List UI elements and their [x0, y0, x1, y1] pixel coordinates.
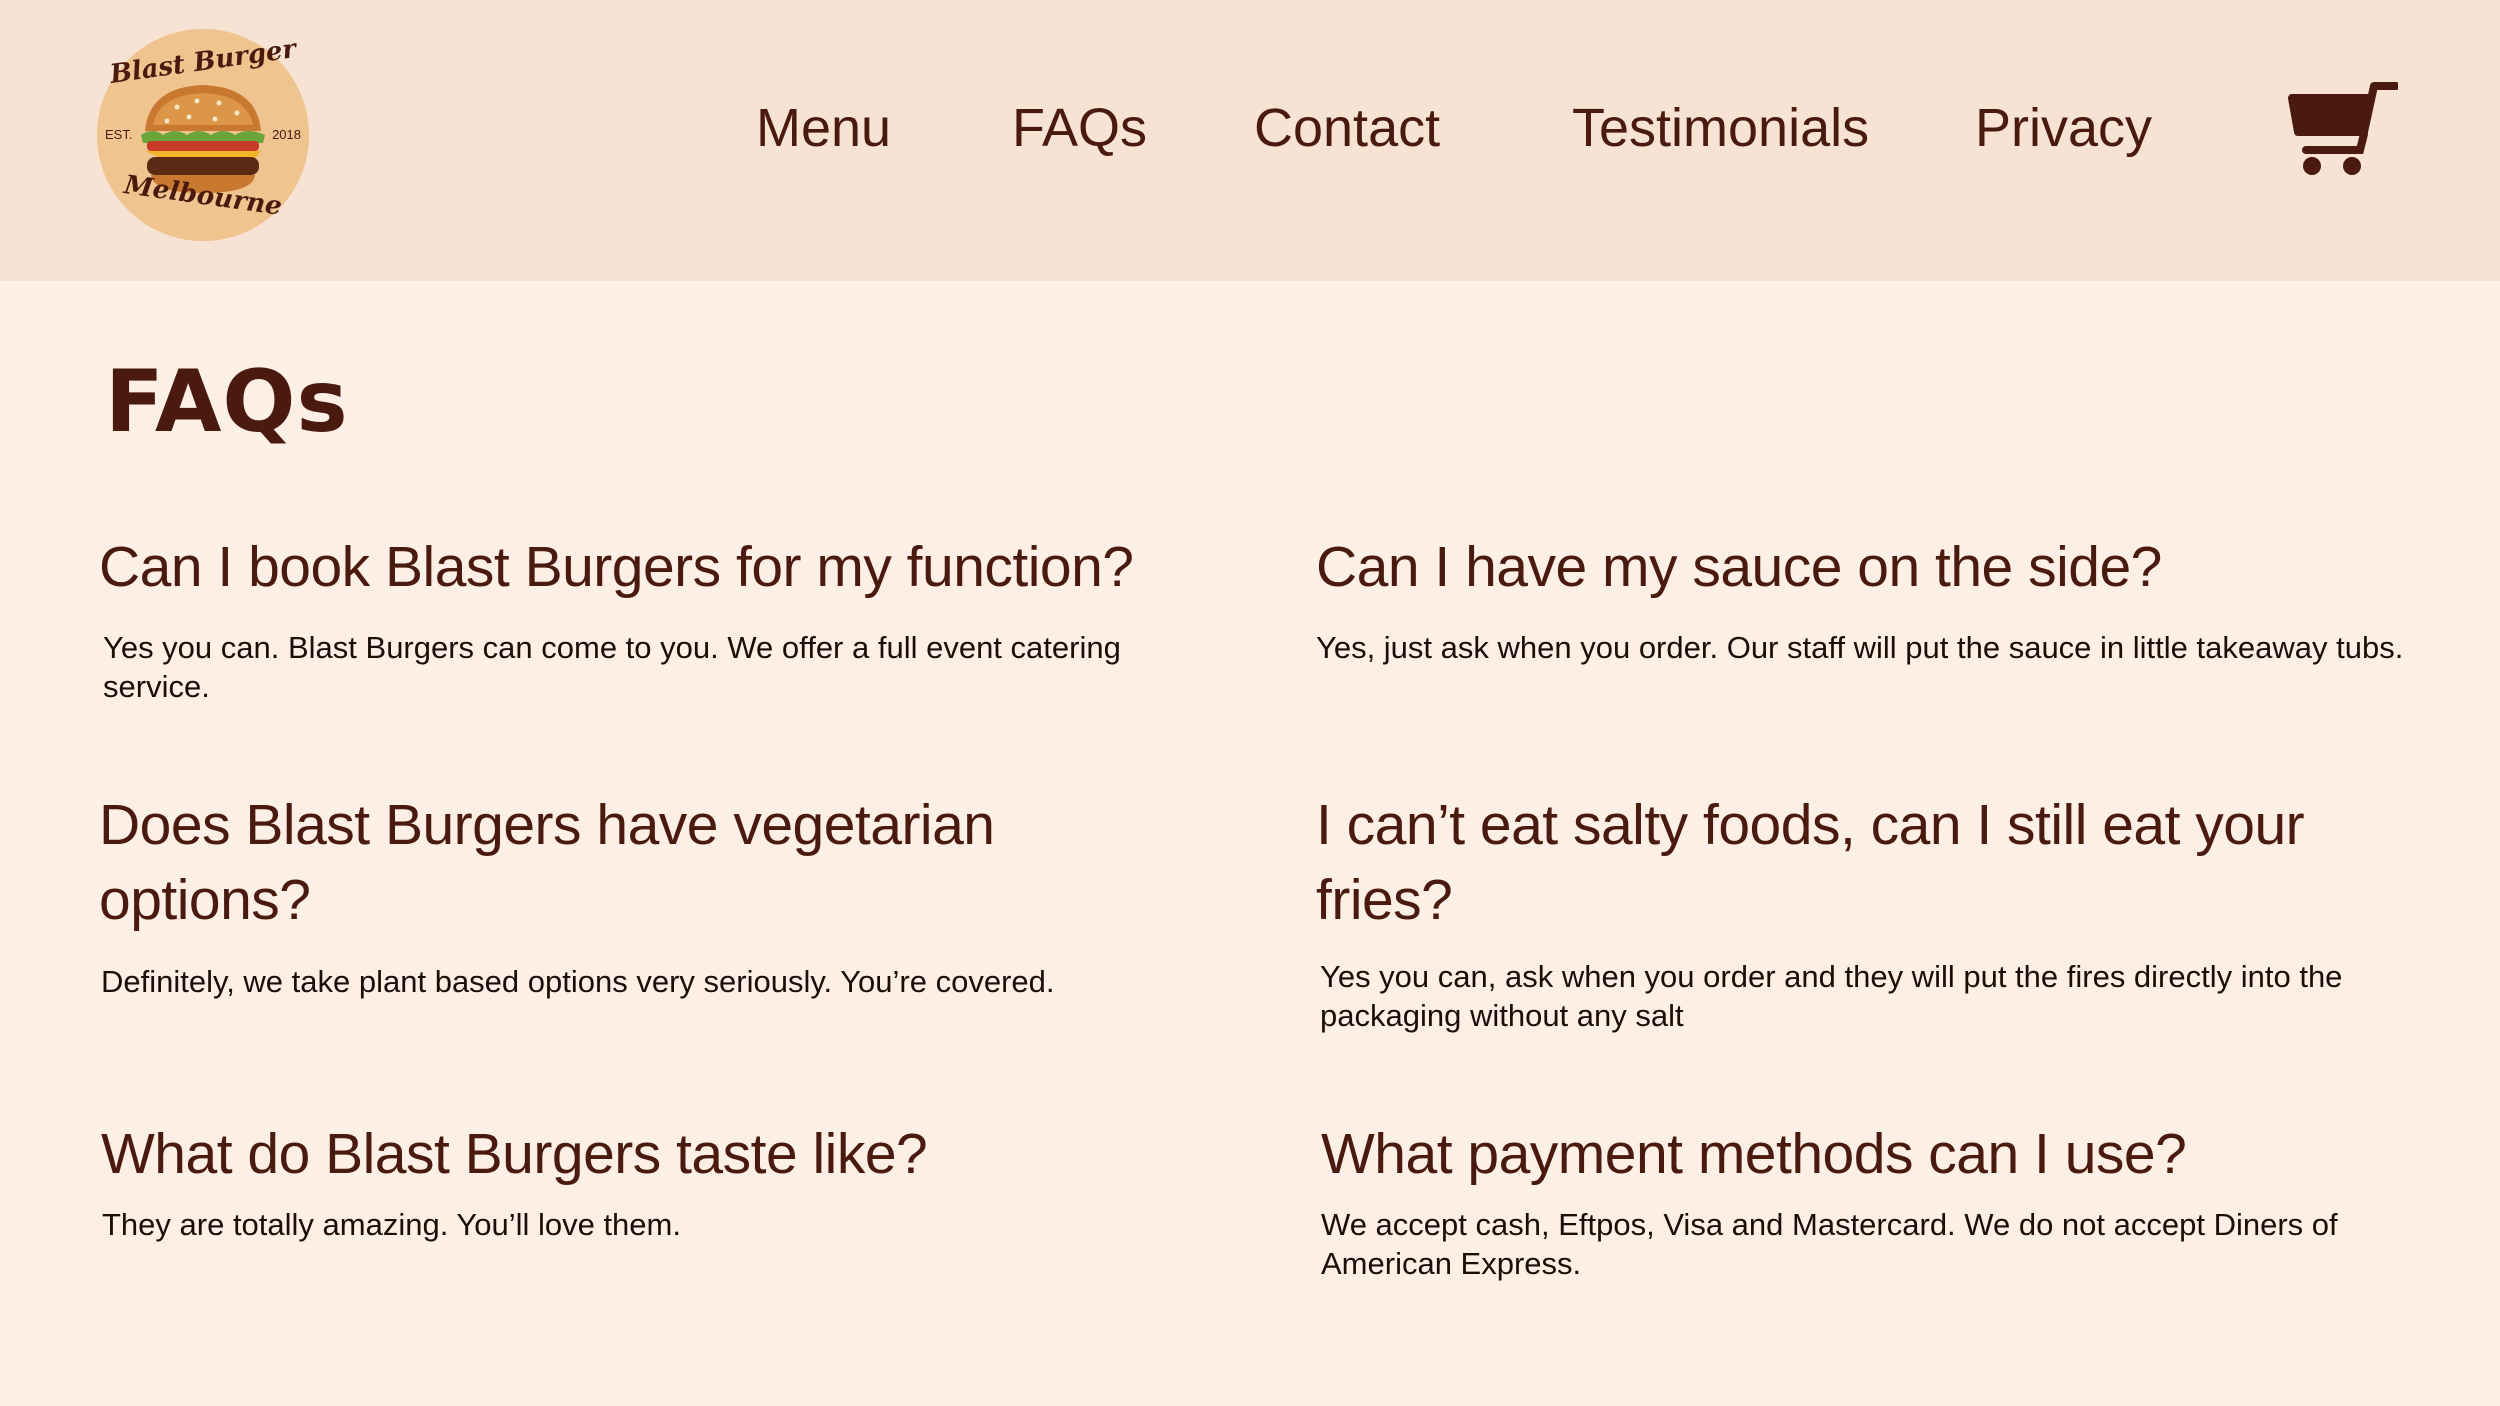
nav-contact-link[interactable]: Contact	[1254, 96, 1440, 160]
faq-answer: Yes you can, ask when you order and they…	[1320, 959, 2343, 1033]
site-header: Blast Burger Melbourne EST. 2018 Menu FA…	[0, 0, 2500, 281]
faq-answer: We accept cash, Eftpos, Visa and Masterc…	[1321, 1207, 2338, 1281]
faq-question: Does Blast Burgers have vegetarian optio…	[99, 793, 995, 932]
faq-question: What do Blast Burgers taste like?	[101, 1122, 928, 1186]
nav-testimonials-link[interactable]: Testimonials	[1572, 96, 1869, 160]
faq-question: Can I have my sauce on the side?	[1316, 535, 2162, 599]
logo-year-text: 2018	[272, 127, 301, 142]
page-title: FAQs	[105, 352, 349, 452]
faq-answer: Yes, just ask when you order. Our staff …	[1316, 630, 2404, 665]
faq-question: What payment methods can I use?	[1321, 1122, 2187, 1186]
blast-burgers-logo[interactable]: Blast Burger Melbourne EST. 2018	[97, 29, 309, 241]
faq-answer: They are totally amazing. You’ll love th…	[102, 1207, 681, 1242]
nav-faqs-link[interactable]: FAQs	[1012, 96, 1147, 160]
faq-answer: Yes you can. Blast Burgers can come to y…	[103, 630, 1121, 704]
logo-est-text: EST.	[105, 127, 133, 142]
faq-question: Can I book Blast Burgers for my function…	[99, 535, 1134, 599]
nav-privacy-link[interactable]: Privacy	[1975, 96, 2152, 160]
shopping-cart-icon[interactable]	[2288, 80, 2400, 180]
nav-menu-link[interactable]: Menu	[756, 96, 891, 160]
faq-answer: Definitely, we take plant based options …	[101, 964, 1055, 999]
faq-question: I can’t eat salty foods, can I still eat…	[1316, 793, 2305, 932]
